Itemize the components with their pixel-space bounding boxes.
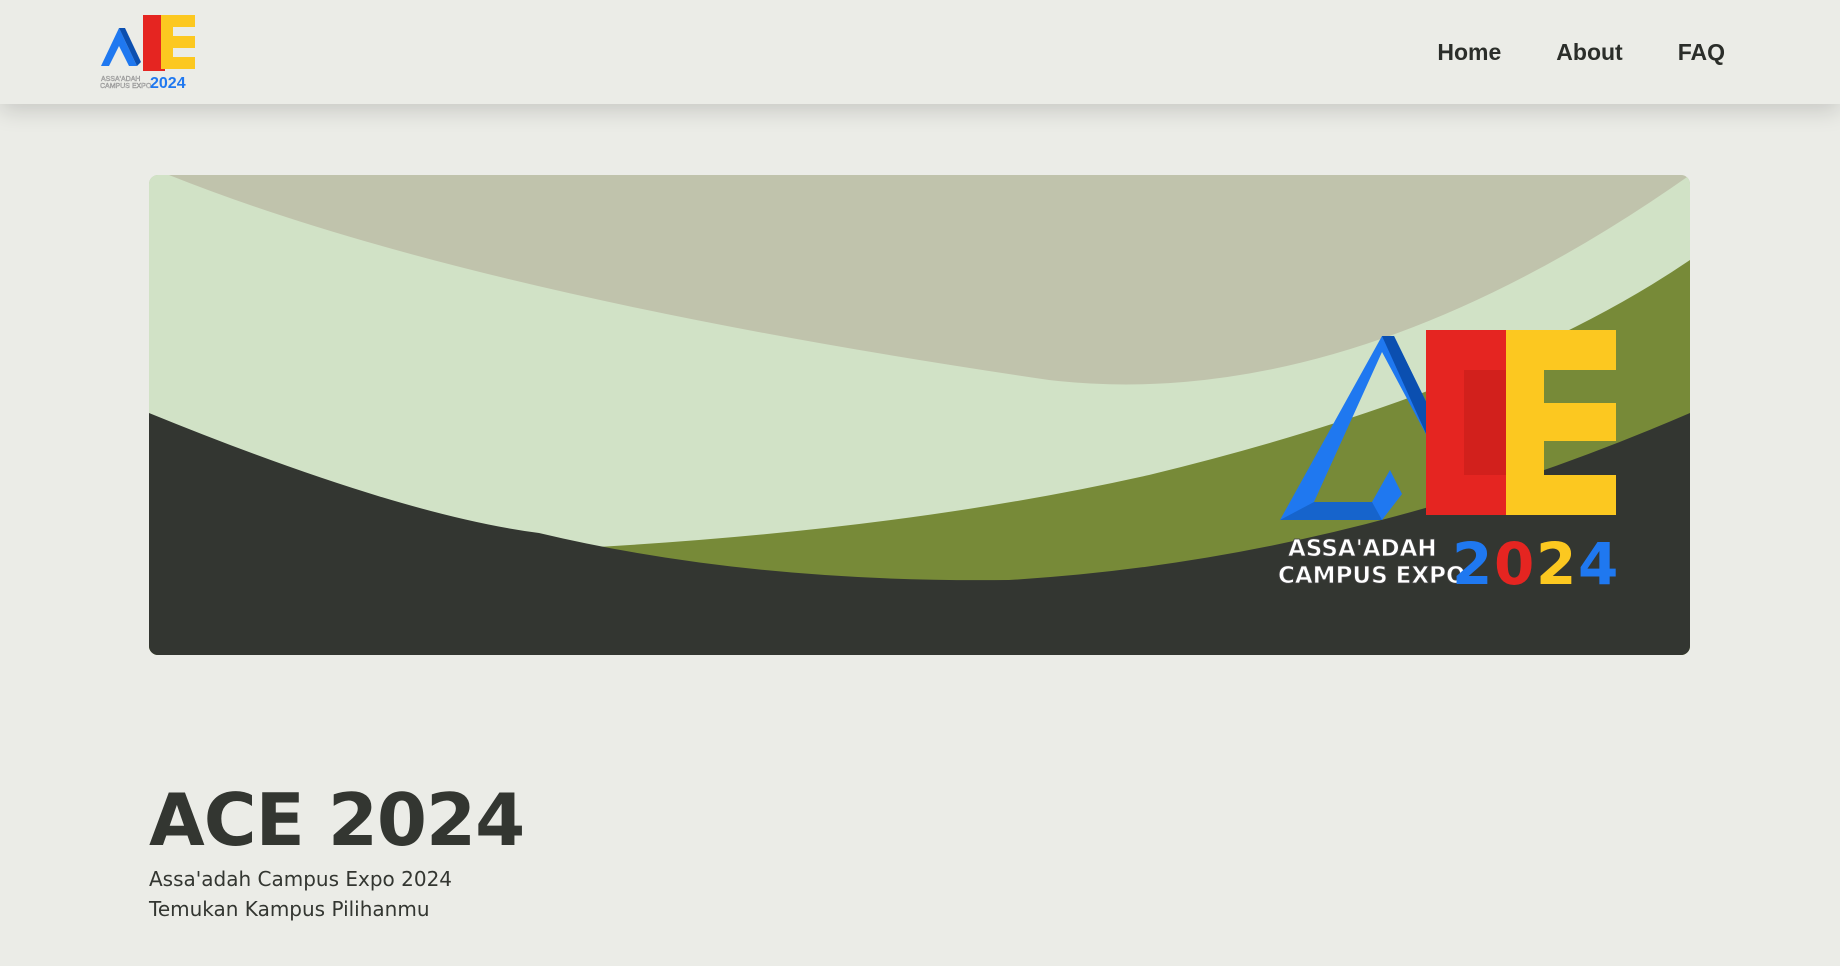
svg-text:2: 2 xyxy=(1452,530,1492,598)
ace-logo[interactable]: ASSA'ADAH CAMPUS EXPO 2024 xyxy=(99,12,201,92)
intro-subtitle: Assa'adah Campus Expo 2024 xyxy=(149,867,453,891)
nav-faq-link[interactable]: FAQ xyxy=(1678,39,1725,66)
svg-text:0: 0 xyxy=(1494,530,1534,598)
svg-text:2: 2 xyxy=(1536,530,1576,598)
svg-text:CAMPUS EXPO: CAMPUS EXPO xyxy=(1278,563,1466,589)
intro-tagline: Temukan Kampus Pilihanmu xyxy=(149,897,430,921)
hero-ace-logo: ASSA'ADAH CAMPUS EXPO 2 0 2 4 xyxy=(1278,330,1618,598)
nav-home-link[interactable]: Home xyxy=(1437,39,1501,66)
svg-text:4: 4 xyxy=(1578,530,1618,598)
page-title: ACE 2024 xyxy=(149,778,525,862)
svg-text:CAMPUS EXPO: CAMPUS EXPO xyxy=(100,83,152,90)
svg-text:2024: 2024 xyxy=(150,75,186,92)
navbar: ASSA'ADAH CAMPUS EXPO 2024 Home About FA… xyxy=(0,0,1840,104)
nav-menu: Home About FAQ xyxy=(1437,0,1725,104)
svg-text:ASSA'ADAH: ASSA'ADAH xyxy=(1288,536,1437,562)
intro-section: ACE 2024 Assa'adah Campus Expo 2024 Temu… xyxy=(149,776,525,924)
svg-text:ASSA'ADAH: ASSA'ADAH xyxy=(101,76,140,83)
hero-banner: ASSA'ADAH CAMPUS EXPO 2 0 2 4 xyxy=(149,175,1690,655)
nav-about-link[interactable]: About xyxy=(1556,39,1622,66)
